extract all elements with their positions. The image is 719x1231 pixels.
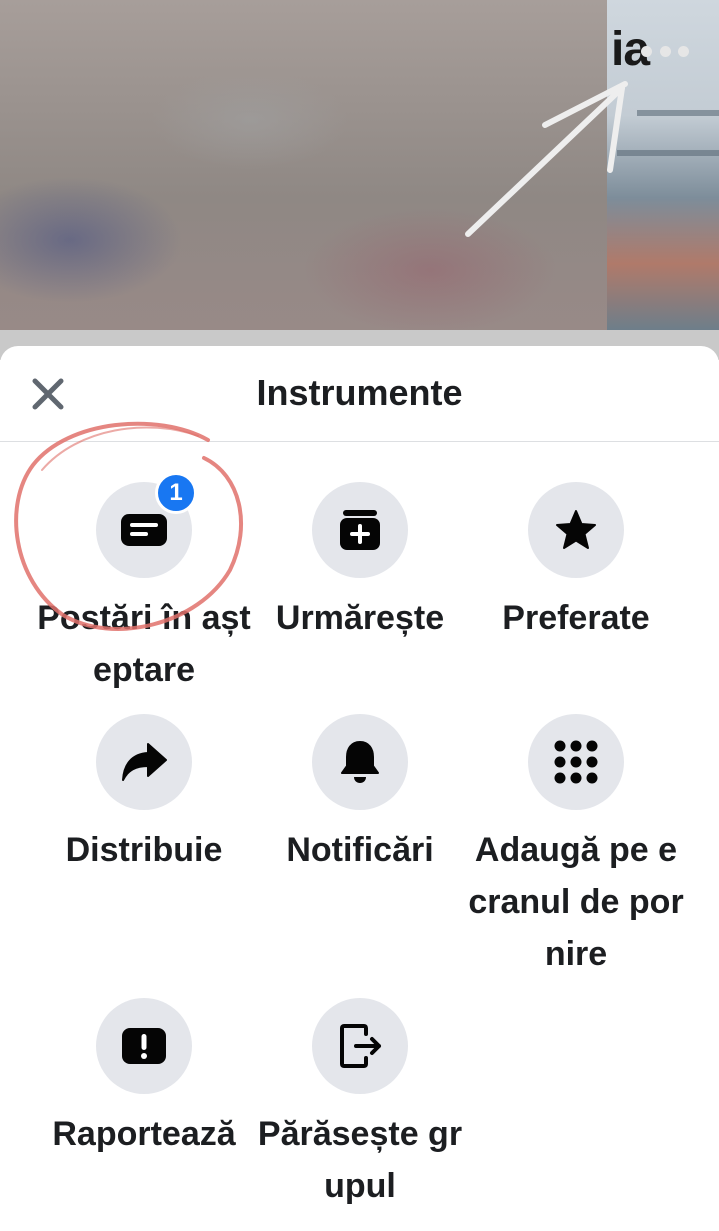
notification-badge: 1 <box>155 472 197 514</box>
add-home-screen-button[interactable] <box>528 714 624 810</box>
tool-report[interactable]: Raportează <box>36 998 252 1160</box>
follow-icon <box>340 510 380 550</box>
tool-share[interactable]: Distribuie <box>36 714 252 876</box>
screen: ia Instrumente 1 Postări în așteptare Ur… <box>0 0 719 1231</box>
follow-button[interactable] <box>312 482 408 578</box>
more-options-icon[interactable] <box>641 40 689 62</box>
sheet-header: Instrumente <box>0 346 719 442</box>
pending-posts-icon <box>121 514 167 546</box>
tool-leave-group[interactable]: Părăsește grupul <box>252 998 468 1212</box>
tool-label: Urmărește <box>275 599 445 637</box>
report-button[interactable] <box>96 998 192 1094</box>
tool-label: Notificări <box>286 831 434 869</box>
bell-icon <box>341 741 379 783</box>
tool-add-home-screen[interactable]: Adaugă pe ecranul de pornire <box>468 714 684 980</box>
tool-pending-posts[interactable]: 1 Postări în așteptare <box>36 472 252 696</box>
leave-group-button[interactable] <box>312 998 408 1094</box>
tool-label: Preferate <box>502 599 650 637</box>
share-button[interactable] <box>96 714 192 810</box>
tool-label: Distribuie <box>65 831 223 869</box>
tool-favorites[interactable]: Preferate <box>468 482 684 644</box>
tool-label: Postări în așteptare <box>37 599 251 689</box>
notifications-button[interactable] <box>312 714 408 810</box>
favorites-button[interactable] <box>528 482 624 578</box>
tools-sheet: Instrumente 1 Postări în așteptare Urmăr… <box>0 346 719 1231</box>
star-icon <box>556 510 596 549</box>
report-icon <box>122 1028 166 1064</box>
tool-label: Adaugă pe ecranul de pornire <box>468 831 684 973</box>
grid-icon <box>554 740 598 784</box>
leave-group-icon <box>340 1024 381 1068</box>
sheet-title: Instrumente <box>256 372 463 413</box>
tool-follow[interactable]: Urmărește <box>252 482 468 644</box>
tool-label: Raportează <box>52 1115 236 1153</box>
tool-notifications[interactable]: Notificări <box>252 714 468 876</box>
tool-label: Părăsește grupul <box>257 1115 463 1205</box>
share-icon <box>122 743 167 781</box>
pending-posts-button[interactable]: 1 <box>96 472 197 578</box>
